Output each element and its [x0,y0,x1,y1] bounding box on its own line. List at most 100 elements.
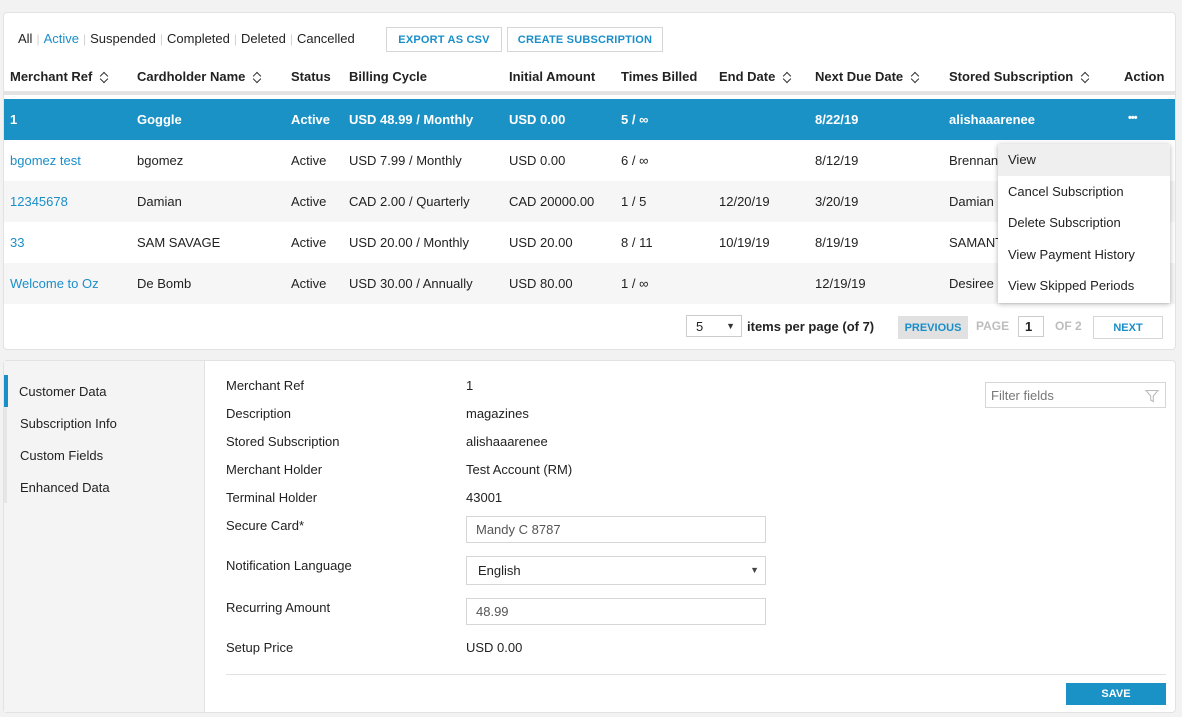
notification-language-value: English [478,563,521,578]
description-value: magazines [466,406,529,421]
next-due-cell: 8/22/19 [815,112,859,127]
export-csv-button[interactable]: EXPORT AS CSV [386,27,502,52]
merchant-ref-cell[interactable]: 1 [10,112,17,127]
cardholder-cell: bgomez [137,153,184,168]
filter-funnel-icon [1145,389,1159,403]
filter-separator: | [159,31,164,46]
merchant-holder-label: Merchant Holder [226,462,323,477]
column-label: Stored Subscription [949,69,1074,84]
status-cell: Active [291,235,327,250]
filter-separator: | [233,31,238,46]
details-sidebar: Customer Data Subscription Info Custom F… [4,361,205,712]
menu-item-view-skipped-periods[interactable]: View Skipped Periods [998,270,1170,302]
column-label: Next Due Date [815,69,904,84]
create-subscription-button[interactable]: CREATE SUBSCRIPTION [507,27,663,52]
column-cardholder-name[interactable]: Cardholder Name [137,69,262,84]
notification-language-label: Notification Language [226,558,352,573]
column-label: Cardholder Name [137,69,246,84]
column-next-due-date[interactable]: Next Due Date [815,69,920,84]
merchant-ref-cell[interactable]: 33 [10,235,24,250]
merchant-ref-value: 1 [466,378,474,393]
menu-item-view[interactable]: View [998,144,1170,176]
column-status: Status [291,69,331,84]
menu-item-delete-subscription[interactable]: Delete Subscription [998,207,1170,239]
tab-enhanced-data[interactable]: Enhanced Data [4,471,203,503]
initial-amount-cell: USD 20.00 [509,235,573,250]
filter-separator: | [289,31,293,46]
filter-cancelled[interactable]: Cancelled [297,31,355,46]
sort-icon [911,71,920,83]
next-due-cell: 8/12/19 [815,153,859,168]
stored-subscription-cell: Desiree [949,276,994,291]
times-billed-cell: 1 / 5 [621,194,647,209]
column-merchant-ref[interactable]: Merchant Ref [10,69,109,84]
cardholder-cell: De Bomb [137,276,192,291]
column-label: Merchant Ref [10,69,93,84]
cardholder-cell: SAM SAVAGE [137,235,221,250]
billing-cycle-cell: USD 30.00 / Annually [349,276,473,291]
sort-icon [100,71,109,83]
merchant-ref-cell[interactable]: Welcome to Oz [10,276,99,291]
notification-language-select[interactable]: English ▼ [466,556,766,585]
filter-fields-input[interactable]: Filter fields [985,382,1166,408]
page-size-select[interactable]: 5 ▼ [686,315,742,337]
times-billed-cell: 5 / ∞ [621,112,649,127]
status-cell: Active [291,194,327,209]
stored-subscription-label: Stored Subscription [226,434,340,449]
filter-deleted[interactable]: Deleted [241,31,286,46]
stored-subscription-value: alishaaarenee [466,434,548,449]
tab-subscription-info[interactable]: Subscription Info [4,407,203,439]
table-row[interactable]: 1 Goggle Active USD 48.99 / Monthly USD 0.00… [4,99,1175,140]
setup-price-label: Setup Price [226,640,294,655]
recurring-amount-input[interactable]: 48.99 [466,598,766,625]
menu-item-cancel-subscription[interactable]: Cancel Subscription [998,176,1170,208]
filter-separator: | [82,31,87,46]
times-billed-cell: 8 / 11 [621,235,653,250]
initial-amount-cell: USD 80.00 [509,276,573,291]
terminal-holder-value: 43001 [466,490,503,505]
stored-subscription-cell: alishaaarenee [949,112,1036,127]
tab-custom-fields[interactable]: Custom Fields [4,439,203,471]
page-number-input[interactable]: 1 [1018,316,1044,337]
save-button[interactable]: SAVE [1066,683,1166,705]
more-horizontal-icon[interactable]: ••• [1128,112,1138,124]
end-date-cell: 10/19/19 [719,235,770,250]
cardholder-cell: Damian [137,194,182,209]
merchant-ref-label: Merchant Ref [226,378,305,393]
filter-suspended[interactable]: Suspended [90,31,156,46]
column-initial-amount: Initial Amount [509,69,596,84]
column-label: End Date [719,69,776,84]
merchant-ref-cell[interactable]: bgomez test [10,153,81,168]
next-due-cell: 3/20/19 [815,194,859,209]
next-page-button[interactable]: NEXT [1093,316,1163,339]
stored-subscription-cell: Brennan [949,153,999,168]
filter-all[interactable]: All [18,31,32,46]
initial-amount-cell: CAD 20000.00 [509,194,595,209]
description-label: Description [226,406,292,421]
sort-icon [253,71,262,83]
page-count-label: OF 2 [1055,319,1082,333]
status-cell: Active [291,153,327,168]
action-menu: View Cancel Subscription Delete Subscrip… [998,144,1170,303]
column-stored-subscription[interactable]: Stored Subscription [949,69,1090,84]
times-billed-cell: 6 / ∞ [621,153,649,168]
setup-price-value: USD 0.00 [466,640,523,655]
next-due-cell: 12/19/19 [815,276,866,291]
menu-item-view-payment-history[interactable]: View Payment History [998,239,1170,271]
column-action: Action [1124,69,1165,84]
terminal-holder-label: Terminal Holder [226,490,318,505]
merchant-ref-cell[interactable]: 12345678 [10,194,68,209]
tab-customer-data[interactable]: Customer Data [4,375,203,407]
secure-card-input[interactable]: Mandy C 8787 [466,516,766,543]
sort-icon [1081,71,1090,83]
previous-page-button[interactable]: PREVIOUS [898,316,968,339]
column-times-billed: Times Billed [621,69,698,84]
filter-completed[interactable]: Completed [167,31,230,46]
initial-amount-cell: USD 0.00 [509,112,566,127]
column-end-date[interactable]: End Date [719,69,792,84]
filter-separator: | [36,31,40,46]
filter-active[interactable]: Active [44,31,79,46]
recurring-amount-label: Recurring Amount [226,600,331,615]
end-date-cell: 12/20/19 [719,194,770,209]
billing-cycle-cell: CAD 2.00 / Quarterly [349,194,470,209]
